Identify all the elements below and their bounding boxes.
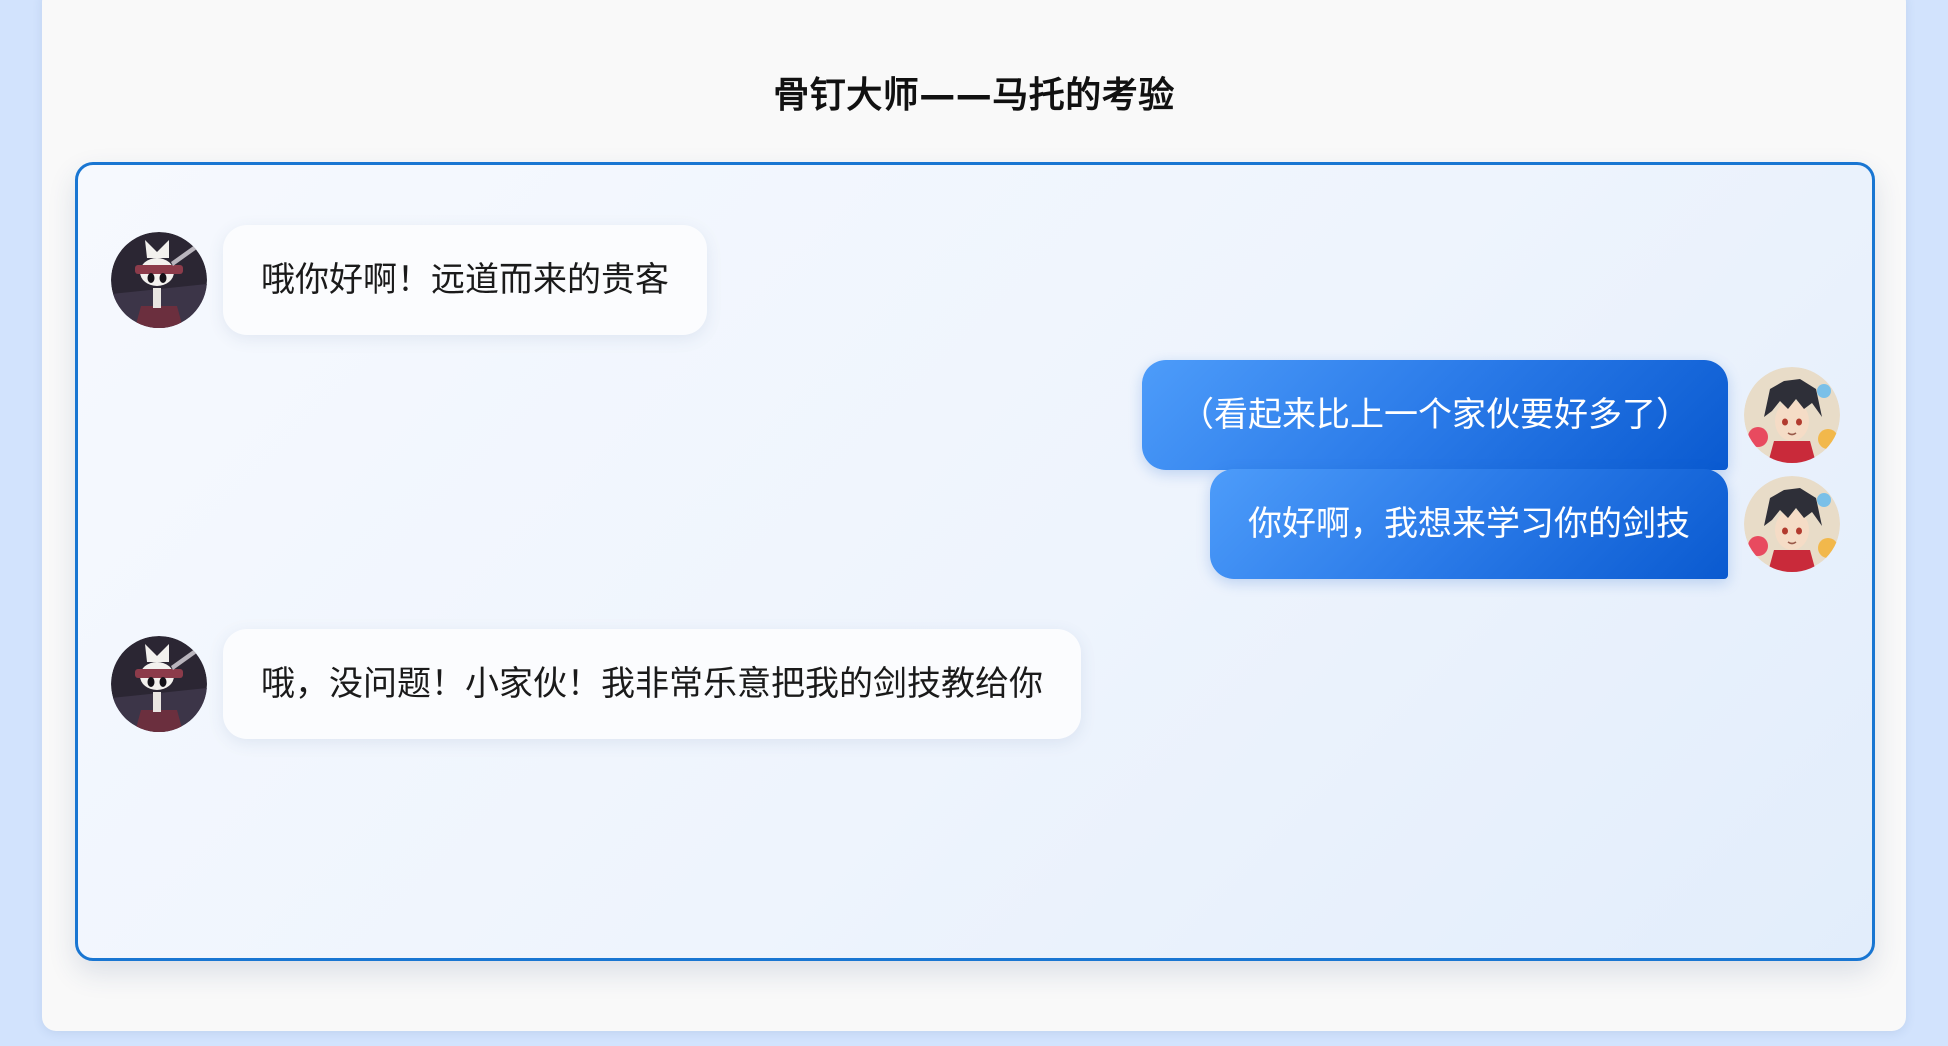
app-page: 骨钉大师——马托的考验 哦你好啊！远道而来的贵客 （看起来比上一个家伙要好多了）…: [42, 0, 1906, 1031]
anime-boy-avatar-icon: [1744, 367, 1840, 463]
message-row-incoming: 哦你好啊！远道而来的贵客: [78, 225, 1872, 335]
outgoing-message-bubble: 你好啊，我想来学习你的剑技: [1210, 469, 1728, 579]
incoming-message-bubble: 哦，没问题！小家伙！我非常乐意把我的剑技教给你: [223, 629, 1081, 739]
hollow-knight-masked-warrior-avatar-icon: [111, 232, 207, 328]
npc-avatar: [111, 232, 207, 328]
message-row-outgoing: 你好啊，我想来学习你的剑技: [78, 469, 1872, 579]
player-avatar: [1744, 476, 1840, 572]
message-row-outgoing: （看起来比上一个家伙要好多了）: [78, 360, 1872, 470]
outgoing-message-bubble: （看起来比上一个家伙要好多了）: [1142, 360, 1728, 470]
incoming-message-bubble: 哦你好啊！远道而来的贵客: [223, 225, 707, 335]
anime-boy-avatar-icon: [1744, 476, 1840, 572]
hollow-knight-masked-warrior-avatar-icon: [111, 636, 207, 732]
page-title: 骨钉大师——马托的考验: [773, 75, 1175, 116]
player-avatar: [1744, 367, 1840, 463]
message-row-incoming: 哦，没问题！小家伙！我非常乐意把我的剑技教给你: [78, 629, 1872, 739]
npc-avatar: [111, 636, 207, 732]
chat-window[interactable]: 哦你好啊！远道而来的贵客 （看起来比上一个家伙要好多了） 你好啊，我想来学习你的…: [75, 162, 1875, 961]
